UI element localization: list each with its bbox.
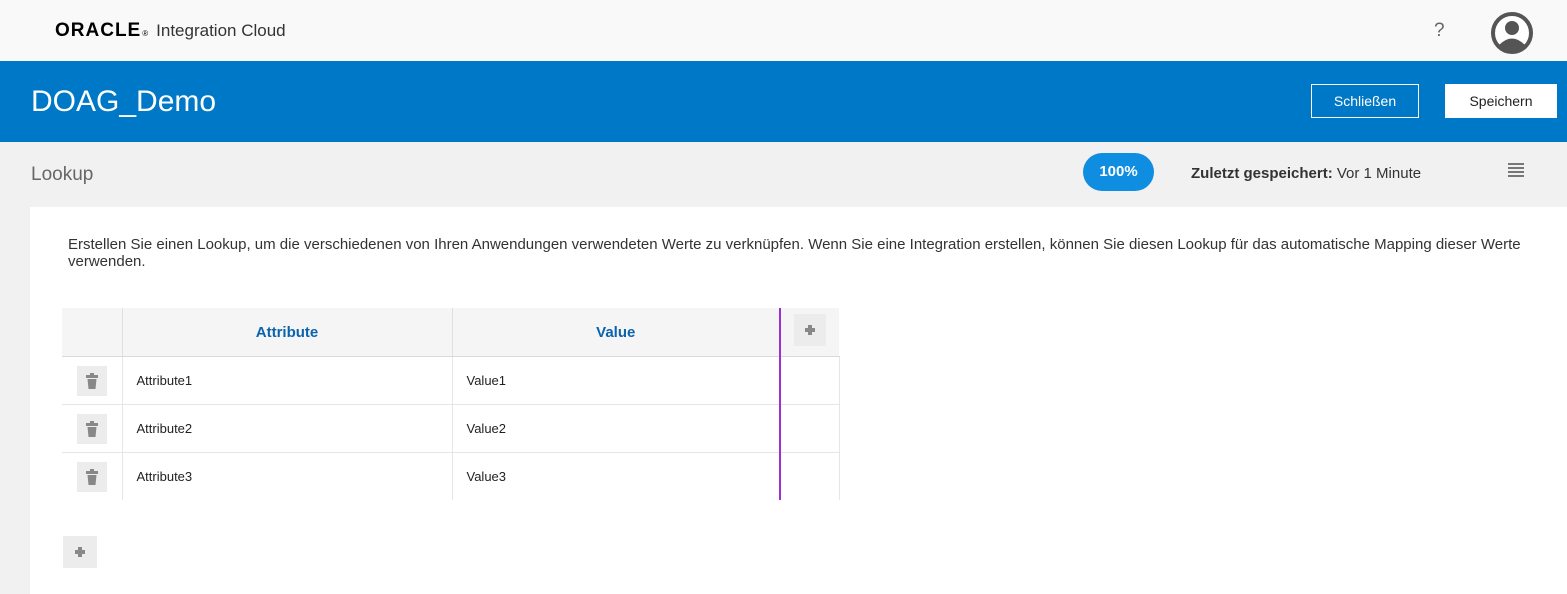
brand-name: ORACLE bbox=[55, 20, 142, 41]
column-header-attribute[interactable]: Attribute bbox=[121, 308, 452, 357]
product-name: Integration Cloud bbox=[156, 21, 286, 40]
registered-mark: ® bbox=[142, 29, 149, 38]
delete-cell bbox=[62, 453, 122, 501]
row-end-cell bbox=[779, 356, 840, 405]
top-header: ORACLE ® Integration Cloud ? bbox=[0, 0, 1567, 62]
value-cell[interactable]: Value3 bbox=[451, 452, 780, 500]
delete-row-button[interactable] bbox=[76, 365, 107, 396]
delete-cell bbox=[62, 356, 122, 405]
attribute-cell[interactable]: Attribute3 bbox=[121, 452, 452, 500]
oracle-logo: ORACLE ® Integration Cloud bbox=[55, 20, 286, 42]
plus-icon bbox=[75, 547, 85, 557]
trash-icon bbox=[85, 468, 98, 485]
plus-icon bbox=[805, 325, 815, 335]
row-end-cell bbox=[779, 404, 840, 453]
table-header-row: Attribute Value bbox=[62, 308, 839, 357]
section-title: Lookup bbox=[31, 164, 94, 185]
add-column-button[interactable] bbox=[794, 314, 826, 346]
table-row: Attribute1 Value1 bbox=[62, 356, 840, 405]
progress-badge: 100% bbox=[1083, 153, 1154, 191]
add-column-cell bbox=[779, 308, 839, 357]
column-header-value[interactable]: Value bbox=[451, 308, 780, 357]
row-end-cell bbox=[779, 452, 840, 500]
table-row: Attribute3 Value3 bbox=[62, 452, 840, 501]
user-avatar-icon[interactable] bbox=[1491, 12, 1533, 54]
attribute-cell[interactable]: Attribute2 bbox=[121, 404, 452, 453]
attribute-cell[interactable]: Attribute1 bbox=[121, 356, 452, 405]
add-row-button[interactable] bbox=[63, 536, 97, 568]
trash-icon bbox=[85, 420, 98, 437]
header-spacer bbox=[62, 308, 122, 357]
table-row: Attribute2 Value2 bbox=[62, 404, 840, 453]
save-button[interactable]: Speichern bbox=[1445, 84, 1557, 118]
last-saved-status: Zuletzt gespeichert: Vor 1 Minute bbox=[1191, 165, 1421, 182]
trash-icon bbox=[85, 372, 98, 389]
page-title: DOAG_Demo bbox=[31, 85, 217, 118]
integration-banner: DOAG_Demo Schließen Speichern bbox=[0, 61, 1567, 142]
last-saved-label: Zuletzt gespeichert: bbox=[1191, 165, 1333, 182]
value-cell[interactable]: Value2 bbox=[451, 404, 780, 453]
delete-row-button[interactable] bbox=[76, 413, 107, 444]
value-cell[interactable]: Value1 bbox=[451, 356, 780, 405]
delete-cell bbox=[62, 404, 122, 453]
close-button[interactable]: Schließen bbox=[1311, 84, 1419, 118]
lookup-table: Attribute Value Attribute1 Value1 Attrib… bbox=[62, 308, 840, 500]
lookup-description: Erstellen Sie einen Lookup, um die versc… bbox=[68, 236, 1521, 270]
delete-row-button[interactable] bbox=[76, 461, 107, 492]
question-mark-icon[interactable]: ? bbox=[1434, 20, 1445, 42]
hamburger-menu-icon[interactable] bbox=[1508, 163, 1524, 177]
last-saved-value: Vor 1 Minute bbox=[1336, 165, 1422, 182]
